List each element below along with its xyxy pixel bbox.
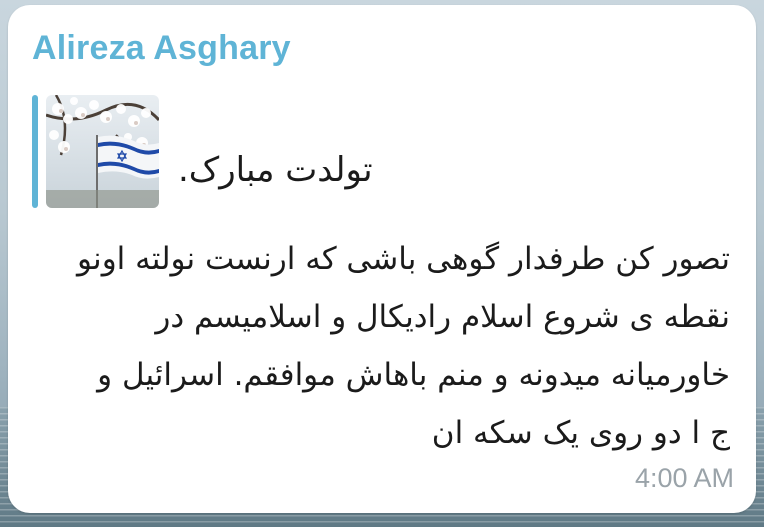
message-timestamp: 4:00 AM	[634, 463, 734, 493]
sender-name[interactable]: Alireza Asghary	[32, 29, 291, 68]
reply-text: تولدت مبارک.	[178, 150, 373, 190]
chat-background: { "message": { "sender": "Alireza Asghar…	[0, 0, 764, 527]
message-line: تصور کن طرفدار گوهی باشی که ارنست نولته …	[77, 241, 730, 277]
flag-photo-thumbnail	[46, 95, 159, 208]
message-text: تصور کن طرفدار گوهی باشی که ارنست نولته …	[30, 230, 730, 462]
message-line: نقطه ی شروع اسلام رادیکال و اسلامیسم در	[155, 299, 730, 335]
reply-accent-bar	[32, 95, 38, 208]
reply-thumbnail-image[interactable]	[46, 95, 159, 208]
message-line: خاورمیانه میدونه و منم باهاش موافقم. اسر…	[97, 357, 730, 393]
reply-preview[interactable]: تولدت مبارک.	[32, 95, 392, 208]
message-line: ج ا دو روی یک سکه ان	[431, 415, 730, 451]
message-bubble[interactable]: Alireza Asghary تولدت مبارک. تصور کن طرف…	[8, 5, 756, 513]
